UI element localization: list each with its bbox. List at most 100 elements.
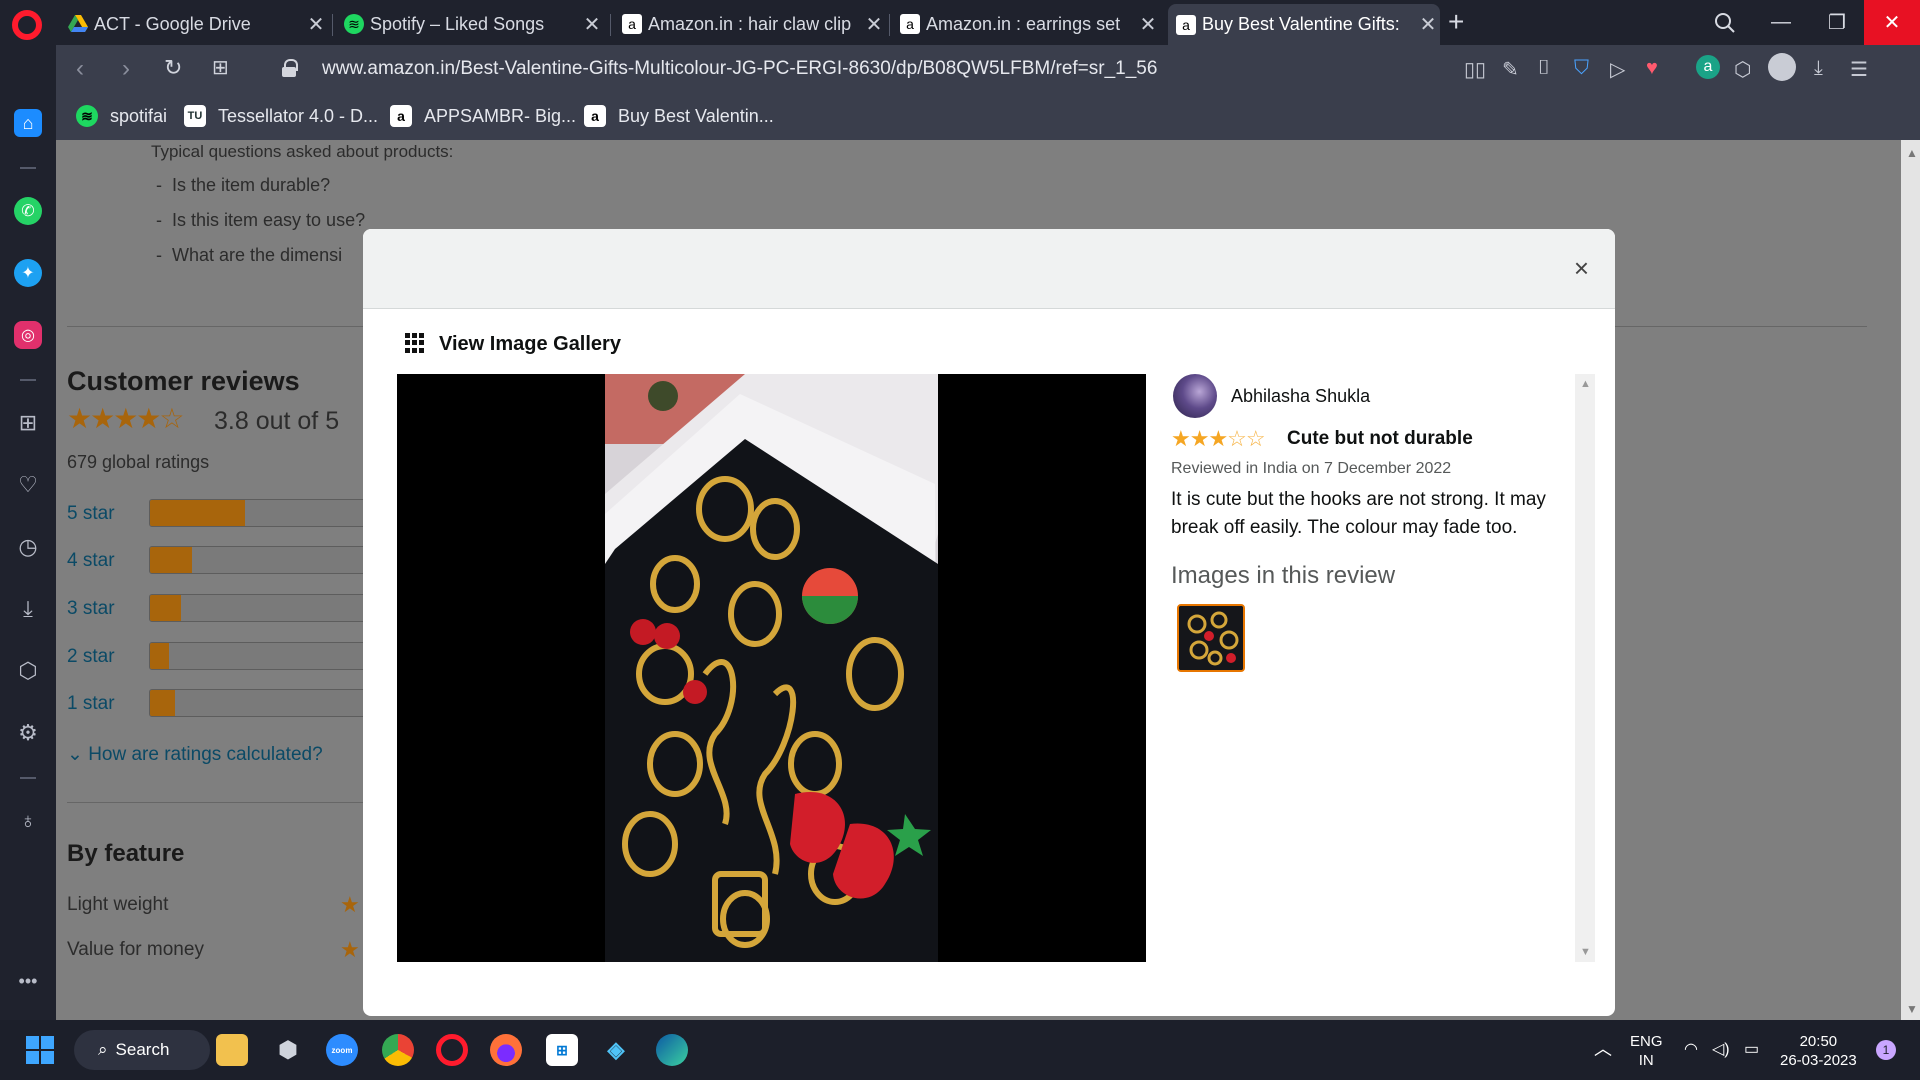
restore-button[interactable]: ❐	[1809, 0, 1865, 45]
history-icon[interactable]: ◷	[14, 533, 42, 561]
tab-amazon-earrings[interactable]: a Amazon.in : earrings set ✕	[892, 6, 1160, 42]
reader-mode-icon[interactable]: ▯▯	[1464, 57, 1486, 82]
url-field[interactable]: www.amazon.in/Best-Valentine-Gifts-Multi…	[322, 58, 1157, 80]
rating-row-3[interactable]: 3 star	[67, 594, 429, 624]
file-explorer-icon[interactable]	[216, 1034, 248, 1066]
notification-badge[interactable]: 1	[1876, 1040, 1896, 1060]
rating-row-2[interactable]: 2 star	[67, 642, 429, 672]
instagram-icon[interactable]: ◎	[14, 321, 42, 349]
faq-item[interactable]: - Is the item durable?	[156, 175, 330, 196]
wifi-icon[interactable]: ◠	[1684, 1040, 1698, 1059]
downloads-icon[interactable]: ⤓	[14, 595, 42, 623]
scroll-down-icon[interactable]: ▼	[1906, 1002, 1918, 1016]
clock[interactable]: 20:50 26-03-2023	[1780, 1032, 1857, 1070]
review-date: Reviewed in India on 7 December 2022	[1171, 460, 1452, 477]
page-scrollbar[interactable]: ▲ ▼	[1901, 140, 1920, 1020]
lock-icon[interactable]	[282, 59, 298, 77]
taskbar-search[interactable]: ⌕ Search	[74, 1030, 210, 1070]
review-title: Cute but not durable	[1287, 428, 1473, 449]
reload-icon[interactable]: ↻	[164, 55, 182, 81]
review-image-thumbnail[interactable]	[1177, 604, 1245, 672]
bookmarks-heart-icon[interactable]: ♡	[14, 471, 42, 499]
close-tab-icon[interactable]: ✕	[580, 12, 604, 37]
rating-row-5[interactable]: 5 star	[67, 499, 429, 529]
bookmark-buy-valentine[interactable]: a Buy Best Valentin...	[584, 105, 774, 127]
global-ratings: 679 global ratings	[67, 452, 210, 472]
how-ratings-calculated-link[interactable]: ⌄ How are ratings calculated?	[67, 743, 323, 766]
more-options-icon[interactable]: •••	[14, 967, 42, 995]
bookmark-tessellator[interactable]: TU Tessellator 4.0 - D...	[184, 105, 378, 127]
forward-icon[interactable]: ›	[122, 55, 130, 83]
scroll-down-icon[interactable]: ▼	[1580, 946, 1591, 958]
grid-icon[interactable]	[405, 333, 425, 353]
whatsapp-icon[interactable]: ✆	[14, 197, 42, 225]
home-icon[interactable]: ⌂	[14, 109, 42, 137]
faq-item[interactable]: - What are the dimensi	[156, 245, 342, 266]
edge-icon[interactable]	[656, 1034, 688, 1066]
sidebar: ⌂ ✆ ✦ ◎ ⊞ ♡ ◷ ⤓ ⬡ ⚙ ♁ •••	[0, 45, 56, 1020]
close-tab-icon[interactable]: ✕	[1416, 12, 1440, 37]
battery-icon[interactable]: ▭	[1744, 1040, 1759, 1059]
shield-icon[interactable]: ⛉	[1574, 57, 1589, 80]
bookmarks-bar: ≋ spotifai TU Tessellator 4.0 - D... a A…	[56, 95, 1920, 140]
extensions-icon[interactable]: ⬡	[14, 657, 42, 685]
minimize-button[interactable]: —	[1753, 0, 1809, 45]
review-stars: ★★★☆☆	[1171, 426, 1266, 451]
app-cube-icon[interactable]: ⬢	[272, 1034, 304, 1066]
amazon-icon: a	[1176, 14, 1196, 35]
zoom-icon[interactable]: zoom	[326, 1034, 358, 1066]
close-window-button[interactable]: ✕	[1864, 0, 1920, 45]
rating-row-4[interactable]: 4 star	[67, 546, 429, 576]
windows-start-icon[interactable]	[24, 1034, 56, 1066]
download-icon[interactable]: ⤓	[1814, 57, 1823, 80]
new-tab-button[interactable]: +	[1448, 6, 1464, 38]
tessellator-icon: TU	[184, 105, 206, 127]
tab-spotify[interactable]: ≋ Spotify – Liked Songs ✕	[336, 6, 604, 42]
snapshot-edit-icon[interactable]: ✎	[1502, 57, 1519, 82]
review-scrollbar[interactable]: ▲ ▼	[1575, 374, 1595, 962]
tab-buy-valentine-gifts[interactable]: a Buy Best Valentine Gifts: ✕	[1168, 4, 1440, 45]
review-photo[interactable]	[605, 374, 938, 962]
chrome-icon[interactable]	[382, 1034, 414, 1066]
faq-item[interactable]: - Is this item easy to use?	[156, 210, 365, 231]
tab-amazon-hair-claw[interactable]: a Amazon.in : hair claw clip ✕	[614, 6, 886, 42]
profile-avatar-icon[interactable]	[1768, 53, 1796, 81]
rating-bar-fill	[150, 500, 245, 526]
view-image-gallery-link[interactable]: View Image Gallery	[439, 333, 621, 356]
average-stars: ★★★★☆	[67, 403, 185, 434]
heart-icon[interactable]: ♥	[1646, 57, 1658, 80]
camera-icon[interactable]: ⌷	[1538, 57, 1550, 80]
tab-grid-icon[interactable]: ⊞	[212, 55, 229, 80]
close-tab-icon[interactable]: ✕	[1136, 12, 1160, 37]
dev-tool-icon[interactable]: ◈	[600, 1034, 632, 1066]
back-icon[interactable]: ‹	[76, 55, 84, 83]
easy-setup-icon[interactable]: ☰	[1850, 57, 1868, 82]
firefox-icon[interactable]	[490, 1034, 522, 1066]
rating-row-1[interactable]: 1 star	[67, 689, 429, 719]
language-indicator[interactable]: ENG IN	[1630, 1032, 1663, 1070]
tray-overflow-icon[interactable]: ︿	[1594, 1040, 1612, 1059]
tab-bar: ACT - Google Drive ✕ ≋ Spotify – Liked S…	[0, 0, 1920, 45]
customer-reviews-heading: Customer reviews	[67, 366, 300, 396]
microsoft-store-icon[interactable]: ⊞	[546, 1034, 578, 1066]
settings-icon[interactable]: ⚙	[14, 719, 42, 747]
bookmark-appsambr[interactable]: a APPSAMBR- Big...	[390, 105, 576, 127]
extensions-cube-icon[interactable]: ⬡	[1734, 57, 1751, 82]
tips-lightbulb-icon[interactable]: ♁	[14, 807, 42, 835]
search-tabs-icon[interactable]	[1697, 0, 1753, 45]
opera-taskbar-icon[interactable]	[436, 1034, 468, 1066]
volume-icon[interactable]: ◁)	[1712, 1040, 1730, 1059]
close-tab-icon[interactable]: ✕	[304, 12, 328, 37]
close-modal-button[interactable]: ×	[1574, 253, 1589, 284]
speed-dial-icon[interactable]: ⊞	[14, 409, 42, 437]
send-icon[interactable]: ▷	[1610, 57, 1625, 82]
amazon-assistant-icon[interactable]: a	[1696, 55, 1720, 79]
scroll-up-icon[interactable]: ▲	[1580, 378, 1591, 390]
twitter-icon[interactable]: ✦	[14, 259, 42, 287]
feature-light-weight: Light weight	[67, 894, 169, 915]
bookmark-spotifai[interactable]: ≋ spotifai	[76, 105, 167, 127]
tab-google-drive[interactable]: ACT - Google Drive ✕	[60, 6, 328, 42]
close-tab-icon[interactable]: ✕	[862, 12, 886, 37]
opera-logo-icon[interactable]	[12, 10, 42, 40]
scroll-up-icon[interactable]: ▲	[1906, 146, 1918, 160]
